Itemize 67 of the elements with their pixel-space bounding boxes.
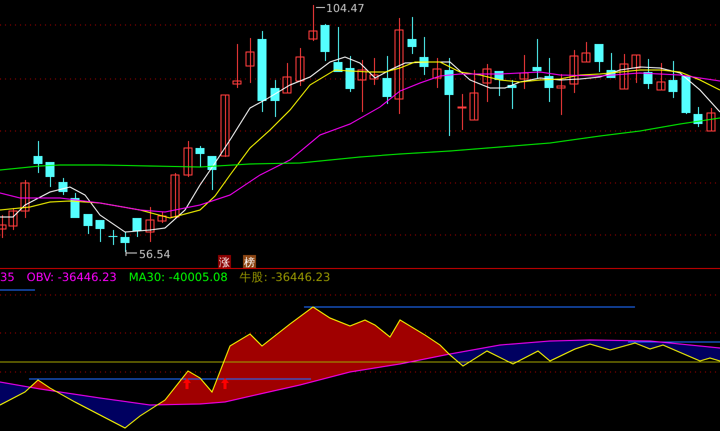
candlestick — [34, 140, 42, 174]
candlestick — [694, 106, 702, 128]
candlestick — [46, 162, 54, 188]
low-marker-arrow-icon — [126, 250, 138, 256]
candlestick — [108, 230, 118, 246]
badge: 涨 — [218, 255, 231, 268]
candlestick — [432, 58, 442, 88]
candlestick — [358, 60, 366, 112]
candlestick — [682, 76, 690, 114]
candlestick — [308, 4, 318, 42]
candlestick — [706, 108, 716, 132]
candlestick — [582, 42, 590, 62]
candlestick — [120, 232, 130, 252]
candlestick — [296, 48, 304, 86]
candlestick — [220, 94, 230, 158]
candlestick — [606, 52, 616, 78]
candlestick — [196, 146, 204, 168]
candlestick — [132, 218, 142, 238]
candlestick — [470, 70, 478, 120]
candlestick — [20, 180, 30, 218]
indicator-value: 35 — [0, 270, 15, 284]
candlestick — [346, 56, 354, 92]
candlestick — [208, 156, 216, 190]
low-price-label: 56.54 — [139, 248, 170, 261]
candlestick — [520, 54, 528, 90]
high-marker-line — [316, 7, 326, 8]
candlestick — [8, 208, 18, 230]
candlestick — [594, 44, 604, 72]
candlestick — [96, 220, 104, 242]
candlestick — [570, 50, 578, 94]
candlestick — [84, 214, 92, 234]
candlestick — [70, 192, 80, 218]
candlestick — [632, 54, 640, 84]
up-arrow-icon — [183, 378, 191, 389]
badge: 榜 — [243, 255, 256, 268]
candlestick — [656, 62, 666, 90]
candlestick — [458, 94, 466, 130]
candlestick — [668, 60, 678, 98]
candlestick — [246, 38, 254, 84]
candlestick — [508, 80, 516, 110]
indicator-value: OBV: -36446.23 — [26, 270, 117, 284]
candlestick — [408, 16, 416, 54]
candlestick — [544, 58, 554, 102]
candlestick — [382, 56, 392, 104]
candlestick — [282, 62, 292, 94]
candlestick — [184, 140, 192, 178]
candlestick — [170, 172, 180, 218]
indicator-value: 牛股: -36446.23 — [240, 270, 330, 284]
candlestick — [532, 38, 542, 80]
candlestick — [320, 24, 330, 62]
candlestick — [620, 54, 628, 90]
candlestick — [334, 26, 342, 72]
candlestick — [232, 44, 242, 88]
candlestick — [158, 212, 166, 224]
candlestick — [644, 58, 652, 90]
candlestick — [420, 36, 428, 76]
indicator-value: MA30: -40005.08 — [128, 270, 228, 284]
candlestick — [370, 58, 378, 86]
candlestick — [556, 74, 566, 116]
up-arrow-icon — [221, 378, 229, 389]
candlestick — [494, 70, 504, 96]
candlestick — [146, 206, 154, 242]
high-price-label: 104.47 — [326, 2, 364, 15]
candlestick — [58, 178, 68, 196]
candlestick — [270, 80, 280, 118]
candlestick — [482, 64, 492, 102]
candlestick — [0, 214, 6, 238]
